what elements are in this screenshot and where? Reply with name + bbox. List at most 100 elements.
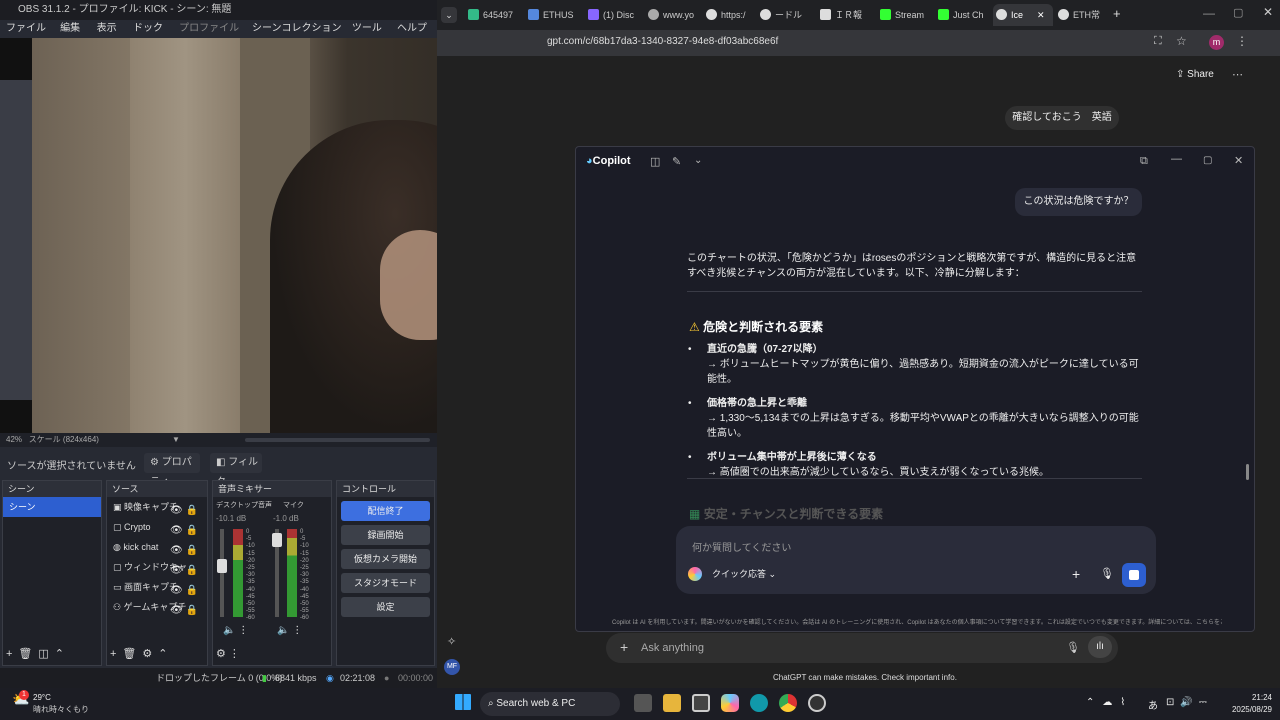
lock-icon[interactable]: 🔒: [185, 505, 197, 516]
maximize-icon[interactable]: ▢: [1233, 6, 1243, 19]
scale-dropdown-icon[interactable]: ▼: [172, 433, 180, 447]
slider-handle[interactable]: [217, 559, 227, 573]
studio-mode-button[interactable]: スタジオモード: [341, 573, 430, 593]
lock-icon[interactable]: 🔒: [185, 605, 197, 616]
browser-tab[interactable]: www.yo: [645, 4, 703, 26]
preview-scrollbar[interactable]: [245, 438, 430, 442]
tab-label: Just Ch: [953, 10, 984, 20]
zoom-level[interactable]: 42%: [6, 435, 22, 444]
eye-icon[interactable]: 👁 🔒: [170, 521, 198, 541]
lock-icon[interactable]: 🔒: [185, 565, 197, 576]
system-tray[interactable]: ⌃☁⌇: [1086, 697, 1133, 708]
menu-scene-collection[interactable]: シーンコレクション(S): [252, 20, 346, 52]
windows-start-icon[interactable]: [455, 694, 471, 710]
browser-tab[interactable]: 645497: [465, 4, 525, 26]
lock-icon[interactable]: 🔒: [185, 525, 197, 536]
speaker-icon[interactable]: 🔈 ⋮: [277, 625, 302, 636]
eye-icon[interactable]: 👁 🔒: [170, 541, 198, 561]
taskbar-search[interactable]: ⌕ Search web & PC: [480, 692, 620, 716]
copilot-scrollbar[interactable]: [1246, 464, 1249, 480]
add-icon[interactable]: +: [1072, 566, 1080, 582]
lock-icon[interactable]: 🔒: [185, 585, 197, 596]
user-avatar[interactable]: MF: [444, 659, 460, 675]
slider-handle[interactable]: [272, 533, 282, 547]
weather-text[interactable]: 晴れ時々くもり: [33, 704, 89, 715]
clock-time[interactable]: 21:24: [1226, 693, 1272, 702]
obs-icon[interactable]: [808, 694, 826, 712]
close-window-icon[interactable]: ✕: [1263, 5, 1273, 19]
chrome-icon[interactable]: [779, 694, 797, 712]
new-chat-icon[interactable]: ✎: [672, 155, 681, 168]
share-button[interactable]: ⇪ Share: [1176, 69, 1214, 80]
virtual-camera-button[interactable]: 仮想カメラ開始: [341, 549, 430, 569]
minimize-icon[interactable]: —: [1171, 153, 1182, 165]
browser-tab[interactable]: ＩＲ報: [817, 4, 877, 26]
sidebar-toggle-icon[interactable]: ◫: [650, 155, 660, 168]
browser-tab[interactable]: ETH常: [1055, 4, 1113, 26]
maximize-icon[interactable]: ▢: [1203, 155, 1212, 166]
mode-selector[interactable]: クイック応答 ⌄: [712, 567, 776, 580]
minimize-icon[interactable]: —: [1203, 6, 1215, 20]
close-tab-icon[interactable]: ✕: [1037, 4, 1045, 26]
tab-search-icon[interactable]: ⌄: [441, 7, 457, 23]
voice-mode-icon[interactable]: ılı: [1088, 636, 1112, 658]
chatgpt-input[interactable]: Ask anything: [641, 642, 704, 654]
mixer-settings-icon[interactable]: ⚙ ⋮: [216, 647, 240, 660]
popout-icon[interactable]: ⧉: [1140, 155, 1148, 168]
browser-menu-icon[interactable]: ⋮: [1236, 34, 1248, 48]
url-text[interactable]: gpt.com/c/68b17da3-1340-8327-94e8-df03ab…: [547, 36, 778, 47]
sparkle-icon[interactable]: ✧: [447, 635, 456, 648]
temperature[interactable]: 29°C: [33, 693, 51, 702]
start-recording-button[interactable]: 録画開始: [341, 525, 430, 545]
copilot-input[interactable]: 何か質問してください: [692, 539, 791, 554]
new-tab-icon[interactable]: +: [1113, 6, 1121, 21]
edge-icon[interactable]: [750, 694, 768, 712]
menu-edit[interactable]: 編集(E): [60, 20, 90, 52]
menu-help[interactable]: ヘルプ(H): [397, 20, 437, 52]
eye-icon[interactable]: 👁 🔒: [170, 501, 198, 521]
profile-avatar[interactable]: m: [1209, 35, 1224, 50]
browser-tab-active[interactable]: Ice ✕: [993, 4, 1053, 26]
browser-tab[interactable]: Stream: [877, 4, 933, 26]
speaker-icon[interactable]: 🔈 ⋮: [223, 625, 248, 636]
translate-icon[interactable]: ⛶: [1154, 35, 1162, 48]
browser-tab[interactable]: ードル: [757, 4, 813, 26]
eye-icon[interactable]: 👁 🔒: [170, 561, 198, 581]
mic-volume-slider[interactable]: [272, 529, 282, 617]
copilot-taskbar-icon[interactable]: [721, 694, 739, 712]
file-explorer-icon[interactable]: [663, 694, 681, 712]
properties-button[interactable]: ⚙ プロパティ: [144, 453, 200, 488]
menu-dock[interactable]: ドック(D): [133, 20, 173, 52]
browser-tab[interactable]: (1) Disc: [585, 4, 645, 26]
stop-button[interactable]: [1122, 563, 1146, 587]
menu-profile[interactable]: プロファイル(P): [179, 20, 246, 52]
stop-streaming-button[interactable]: 配信終了: [341, 501, 430, 521]
menu-file[interactable]: ファイル(F): [6, 20, 54, 52]
browser-tab[interactable]: Just Ch: [935, 4, 991, 26]
task-view-icon[interactable]: [634, 694, 652, 712]
bookmark-star-icon[interactable]: ☆: [1176, 34, 1187, 48]
lock-icon[interactable]: 🔒: [185, 545, 197, 556]
menu-tools[interactable]: ツール(T): [352, 20, 391, 52]
add-icon[interactable]: +: [620, 639, 628, 655]
microphone-icon[interactable]: 🎙: [1100, 567, 1114, 580]
network-volume-icons[interactable]: ⊡🔊⎓: [1166, 697, 1213, 708]
ime-indicator[interactable]: あ: [1148, 697, 1158, 712]
desktop-volume-slider[interactable]: [217, 529, 227, 617]
close-icon[interactable]: ✕: [1234, 154, 1243, 167]
store-icon[interactable]: [692, 694, 710, 712]
eye-icon[interactable]: 👁 🔒: [170, 581, 198, 601]
settings-button[interactable]: 設定: [341, 597, 430, 617]
browser-tab[interactable]: ETHUS: [525, 4, 585, 26]
chevron-down-icon[interactable]: ⌄: [694, 155, 702, 166]
microphone-icon[interactable]: 🎙: [1066, 641, 1080, 654]
eye-icon[interactable]: 👁 🔒: [170, 601, 198, 621]
scene-dock-buttons[interactable]: +🗑◫⌃: [6, 647, 70, 660]
source-dock-buttons[interactable]: +🗑⚙⌃: [110, 647, 173, 660]
menu-view[interactable]: 表示(V): [97, 20, 127, 52]
scene-item[interactable]: シーン: [3, 497, 101, 517]
more-options-icon[interactable]: ⋯: [1232, 68, 1243, 81]
clock-date[interactable]: 2025/08/29: [1224, 705, 1272, 714]
filters-button[interactable]: ◧ フィルタ: [210, 453, 262, 488]
browser-tab[interactable]: https:/: [703, 4, 757, 26]
